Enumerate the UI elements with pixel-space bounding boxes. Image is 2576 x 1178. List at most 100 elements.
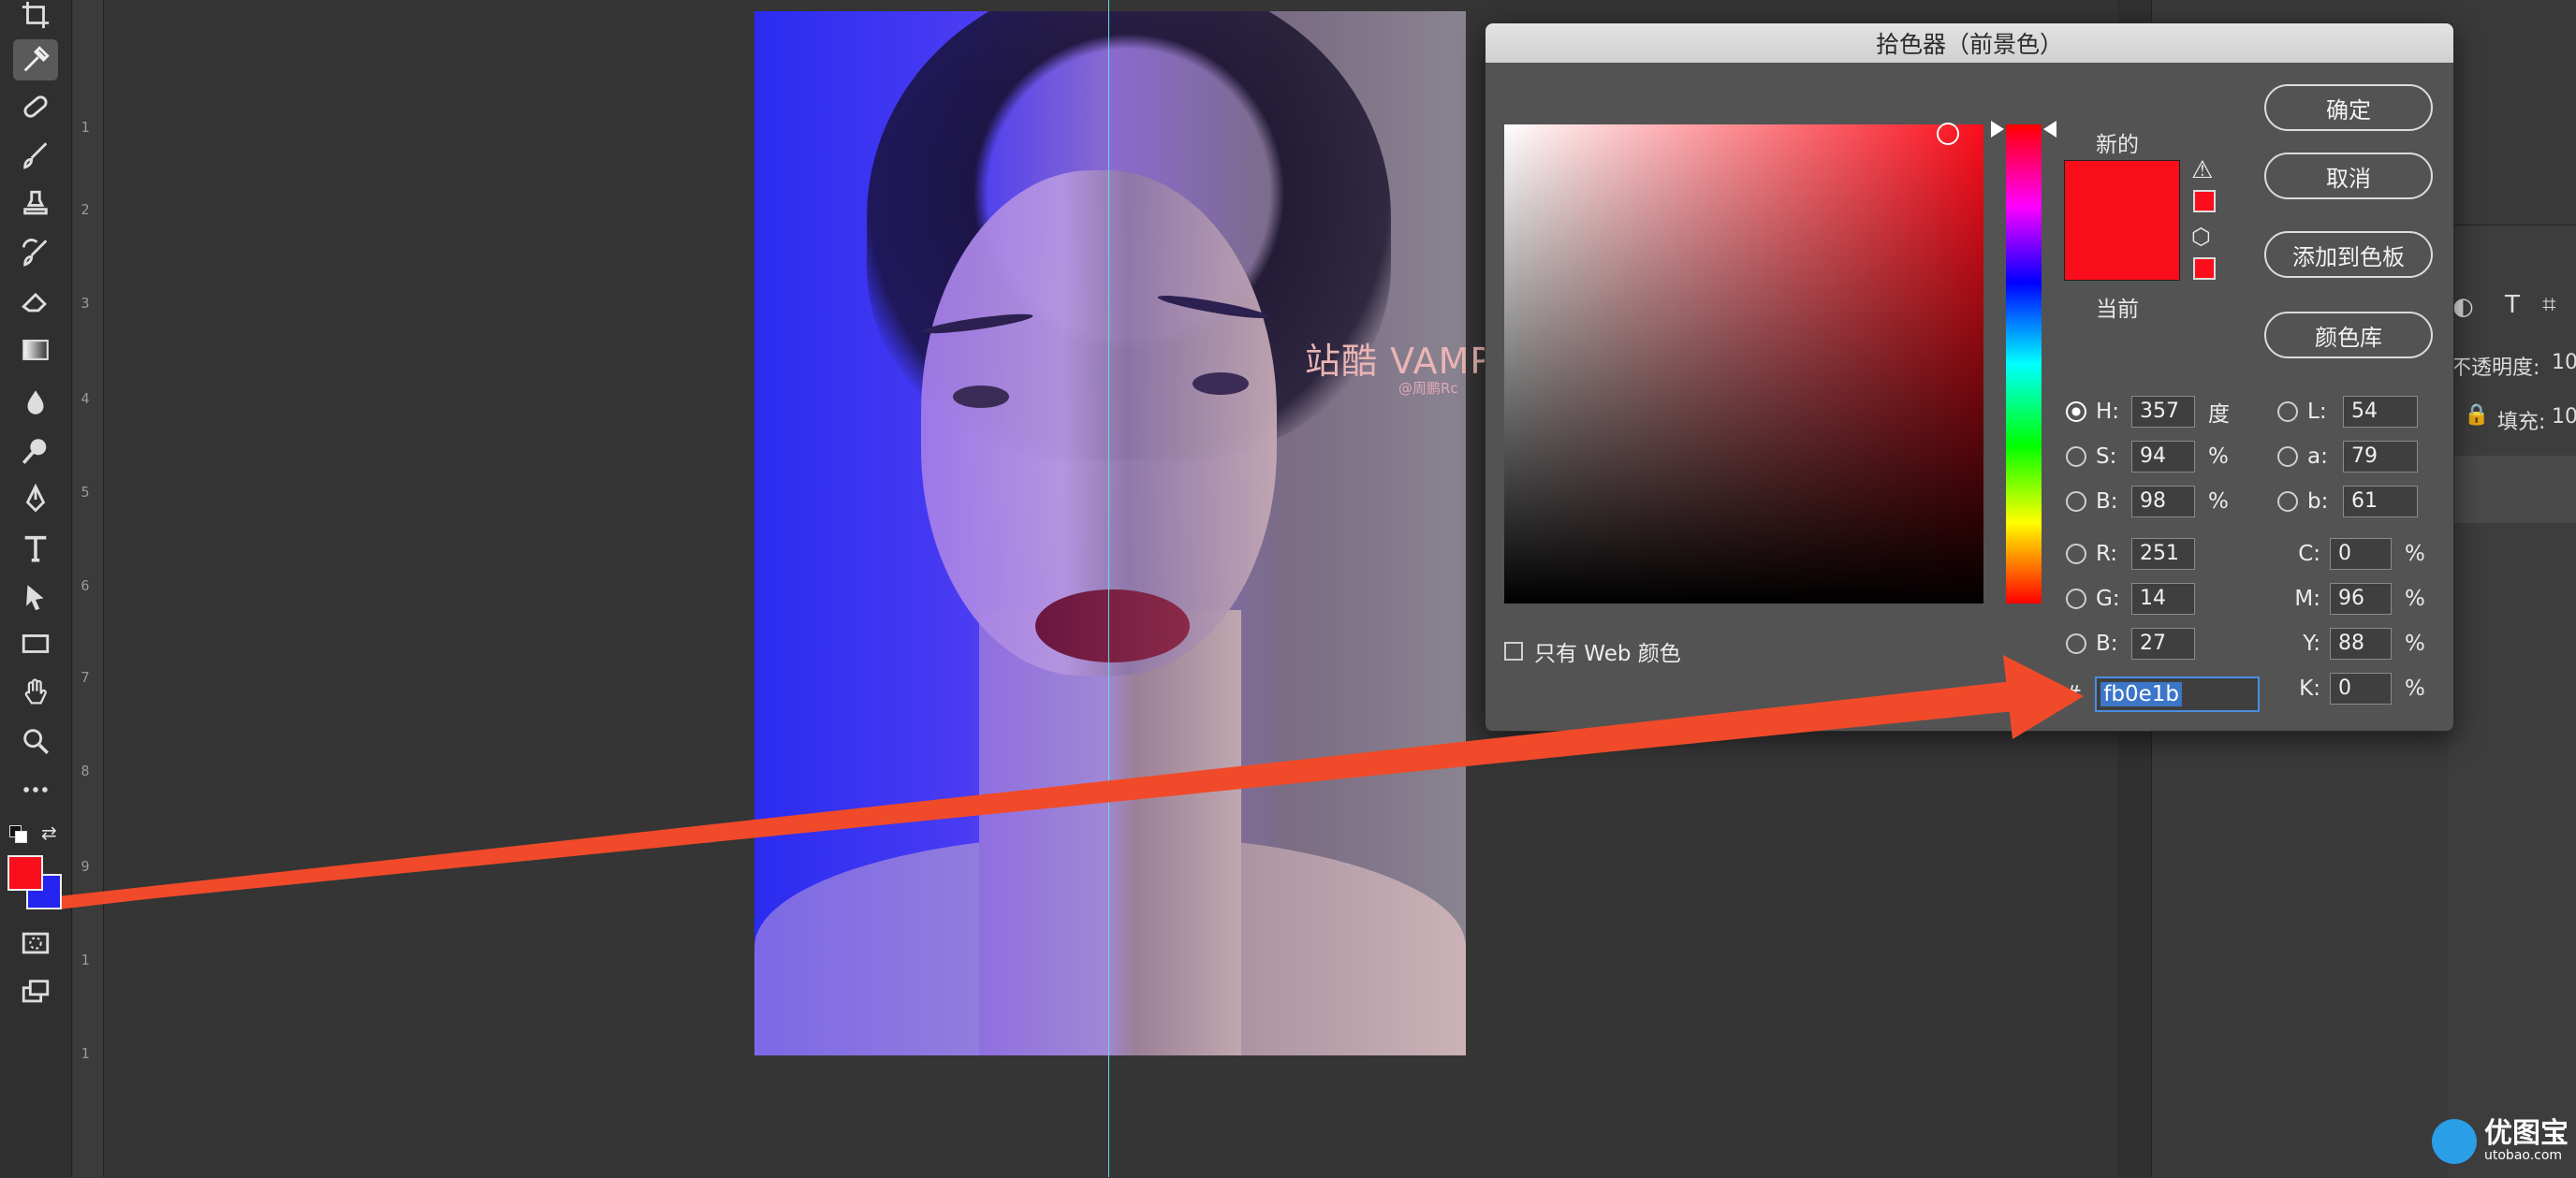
path-selection-tool[interactable] — [13, 576, 58, 618]
black-label: K: — [2299, 676, 2320, 701]
opacity-value[interactable]: 10 — [2552, 351, 2576, 374]
gradient-icon — [22, 340, 49, 360]
saturation-input[interactable]: 94 — [2131, 441, 2195, 473]
history-brush-tool[interactable] — [13, 232, 58, 273]
yellow-label: Y: — [2303, 632, 2320, 656]
a-channel-radio[interactable] — [2277, 446, 2298, 467]
new-color-label: 新的 — [2096, 133, 2139, 157]
brightness-input[interactable]: 98 — [2131, 486, 2195, 517]
clone-stamp-tool[interactable] — [13, 183, 58, 225]
green-label: G: — [2096, 587, 2120, 611]
magnifier-icon — [23, 729, 50, 755]
web-colors-only[interactable]: 只有 Web 颜色 — [1504, 635, 1681, 667]
site-logo: 优图宝 utobao.com — [2432, 1119, 2569, 1164]
foreground-color-swatch[interactable] — [7, 855, 43, 891]
healing-brush-tool[interactable] — [13, 86, 58, 127]
brush-icon — [23, 142, 48, 169]
saturation-row: S: 94 % — [2066, 439, 2229, 474]
blue-input[interactable]: 27 — [2131, 628, 2195, 660]
fill-label: 填充: — [2497, 411, 2546, 434]
dialog-title: 拾色器（前景色） — [1875, 31, 2063, 58]
color-picker-marker[interactable] — [1937, 123, 1959, 145]
swap-colors-icon[interactable]: ⇄ — [41, 822, 57, 844]
pen-tool[interactable] — [13, 479, 58, 520]
hue-slider[interactable] — [2006, 124, 2042, 604]
circle-icon[interactable]: ◐ — [2452, 293, 2474, 321]
rectangle-tool[interactable] — [13, 623, 58, 664]
lightness-radio[interactable] — [2277, 401, 2298, 422]
layer-row[interactable] — [2449, 456, 2576, 523]
ruler-tick: 2 — [80, 201, 90, 218]
hand-tool[interactable] — [13, 672, 58, 713]
transform-filter-icon[interactable]: ⌗ — [2542, 291, 2556, 320]
red-input[interactable]: 251 — [2131, 538, 2195, 570]
blur-tool[interactable] — [13, 382, 58, 423]
saturation-radio[interactable] — [2066, 446, 2086, 467]
hex-input[interactable]: fb0e1b — [2095, 676, 2261, 712]
guide-line[interactable] — [1108, 0, 1109, 1177]
web-safe-swatch[interactable] — [2193, 257, 2216, 280]
current-color-preview[interactable] — [2064, 220, 2180, 281]
magenta-label: M: — [2294, 587, 2320, 611]
saturation-brightness-field[interactable] — [1504, 124, 1983, 604]
fill-value[interactable]: 10 — [2552, 405, 2576, 429]
red-radio[interactable] — [2066, 544, 2086, 564]
saturation-label: S: — [2096, 444, 2117, 469]
blue-row: B: 27 — [2066, 626, 2195, 662]
cyan-input[interactable]: 0 — [2330, 538, 2392, 570]
hue-input[interactable]: 357 — [2131, 396, 2195, 428]
red-label: R: — [2096, 542, 2118, 566]
lightness-input[interactable]: 54 — [2343, 396, 2418, 428]
canvas-image[interactable] — [754, 11, 1466, 1055]
magenta-input[interactable]: 96 — [2330, 583, 2392, 615]
hue-slider-arrow-right[interactable] — [2043, 121, 2056, 138]
blue-radio[interactable] — [2066, 633, 2086, 654]
web-colors-label: 只有 Web 颜色 — [1534, 642, 1681, 666]
type-tool[interactable] — [13, 528, 58, 569]
eyedropper-tool[interactable] — [13, 39, 58, 80]
screen-mode-icon — [22, 980, 50, 1003]
red-row: R: 251 — [2066, 536, 2195, 572]
ruler-tick: 3 — [80, 295, 90, 312]
dodge-tool[interactable] — [13, 430, 58, 472]
stamp-icon — [23, 190, 48, 215]
more-tools[interactable] — [13, 769, 58, 810]
ruler-tick: 1 — [80, 119, 90, 136]
hex-row: # fb0e1b — [2064, 676, 2261, 712]
quick-mask-button[interactable] — [13, 923, 58, 964]
add-to-swatches-button[interactable]: 添加到色板 — [2264, 231, 2433, 278]
green-input[interactable]: 14 — [2131, 583, 2195, 615]
gradient-tool[interactable] — [13, 329, 58, 371]
green-radio[interactable] — [2066, 589, 2086, 609]
dialog-titlebar[interactable]: 拾色器（前景色） — [1486, 23, 2453, 63]
zoom-tool[interactable] — [13, 720, 58, 762]
yellow-input[interactable]: 88 — [2330, 628, 2392, 660]
hue-slider-arrow-left[interactable] — [1991, 121, 2004, 138]
ruler-tick: 1 — [80, 952, 90, 968]
ok-button[interactable]: 确定 — [2264, 84, 2433, 131]
black-unit: % — [2405, 676, 2425, 701]
eraser-icon — [22, 292, 47, 313]
gamut-warning-icon[interactable]: ⚠ — [2191, 156, 2213, 184]
hue-radio[interactable] — [2066, 401, 2086, 422]
b-channel-radio[interactable] — [2277, 491, 2298, 512]
brush-tool[interactable] — [13, 135, 58, 176]
screen-mode-button[interactable] — [13, 971, 58, 1012]
lock-icon[interactable]: 🔒 — [2464, 403, 2489, 427]
web-cube-icon[interactable]: ⬡ — [2191, 224, 2211, 250]
web-colors-checkbox[interactable] — [1504, 642, 1523, 661]
color-libraries-button[interactable]: 颜色库 — [2264, 312, 2433, 358]
hue-label: H: — [2096, 400, 2120, 424]
new-color-preview — [2064, 160, 2180, 221]
b-channel-input[interactable]: 61 — [2343, 486, 2418, 517]
gamut-swatch[interactable] — [2193, 190, 2216, 212]
crop-tool[interactable] — [13, 0, 58, 36]
default-colors-icon[interactable] — [9, 825, 27, 843]
a-channel-input[interactable]: 79 — [2343, 441, 2418, 473]
cancel-button[interactable]: 取消 — [2264, 153, 2433, 199]
brightness-radio[interactable] — [2066, 491, 2086, 512]
yellow-unit: % — [2405, 632, 2425, 656]
eraser-tool[interactable] — [13, 281, 58, 322]
type-filter-icon[interactable]: T — [2505, 291, 2520, 319]
black-input[interactable]: 0 — [2330, 673, 2392, 705]
